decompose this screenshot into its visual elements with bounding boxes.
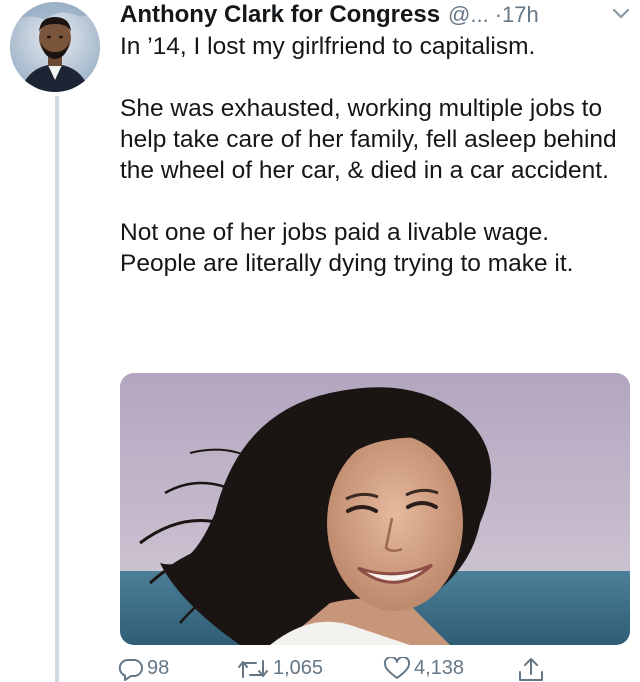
retweet-icon [238, 659, 268, 678]
tweet-paragraph: Not one of her jobs paid a livable wage.… [120, 219, 574, 277]
thread-line [55, 96, 59, 682]
retweet-button[interactable]: 1,065 [236, 655, 323, 682]
photo-image [120, 373, 630, 645]
chevron-down-icon[interactable] [611, 6, 631, 22]
share-button[interactable] [516, 655, 546, 682]
author-name[interactable]: Anthony Clark for Congress [120, 1, 440, 29]
share-icon [519, 657, 543, 681]
like-button[interactable]: 4,138 [383, 655, 464, 682]
tweet-photo[interactable] [120, 373, 630, 645]
tweet: Anthony Clark for Congress @... ·17h In … [0, 0, 640, 682]
author-handle[interactable]: @... [448, 2, 489, 28]
reply-button[interactable]: 98 [118, 655, 169, 682]
retweet-count: 1,065 [273, 657, 324, 679]
avatar-photo [10, 2, 100, 92]
like-count: 4,138 [414, 657, 465, 679]
tweet-text: In ’14, I lost my girlfriend to capitali… [120, 31, 630, 310]
tweet-header: Anthony Clark for Congress @... ·17h [120, 0, 635, 30]
tweet-paragraph: In ’14, I lost my girlfriend to capitali… [120, 33, 536, 60]
tweet-paragraph: She was exhausted, working multiple jobs… [120, 95, 617, 184]
tweet-timestamp[interactable]: ·17h [495, 2, 539, 28]
reply-count: 98 [147, 657, 170, 679]
tweet-actions: 98 1,065 4,138 [118, 655, 638, 682]
heart-icon [383, 656, 411, 679]
avatar[interactable] [10, 2, 100, 92]
reply-icon [118, 658, 143, 681]
